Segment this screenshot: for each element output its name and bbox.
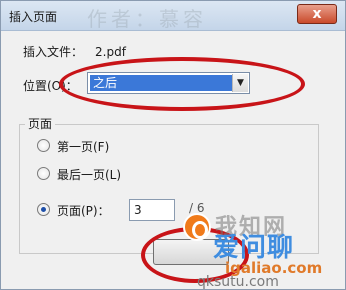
title-bar: 插入页面 作者：慕容 x: [1, 1, 345, 31]
radio-first-page[interactable]: [37, 139, 50, 152]
radio-last-page-label: 最后一页(L): [57, 168, 122, 182]
close-button[interactable]: x: [297, 4, 337, 24]
radio-page-number-label: 页面(P)：: [57, 204, 110, 218]
page-number-input[interactable]: 3: [129, 199, 175, 221]
insert-page-dialog: 插入页面 作者：慕容 x 插入文件： 2.pdf 位置(O)： 之后 ▼ 页面 第…: [0, 0, 346, 290]
insert-file-label: 插入文件：: [23, 45, 84, 59]
watermark-site-secondary: qksutu.com: [197, 274, 279, 290]
logo-icon: [183, 213, 211, 241]
close-icon: x: [312, 6, 322, 22]
radio-last-page[interactable]: [37, 167, 50, 180]
window-title: 插入页面: [9, 10, 58, 24]
insert-file-value: 2.pdf: [95, 45, 126, 59]
radio-page-number[interactable]: [37, 203, 50, 216]
insert-file-row: 插入文件： 2.pdf: [23, 43, 126, 60]
title-watermark: 作者：慕容: [87, 7, 207, 31]
radio-first-page-label: 第一页(F): [57, 140, 110, 154]
pages-group-title: 页面: [25, 115, 56, 132]
annotation-ellipse-position: [59, 57, 305, 111]
